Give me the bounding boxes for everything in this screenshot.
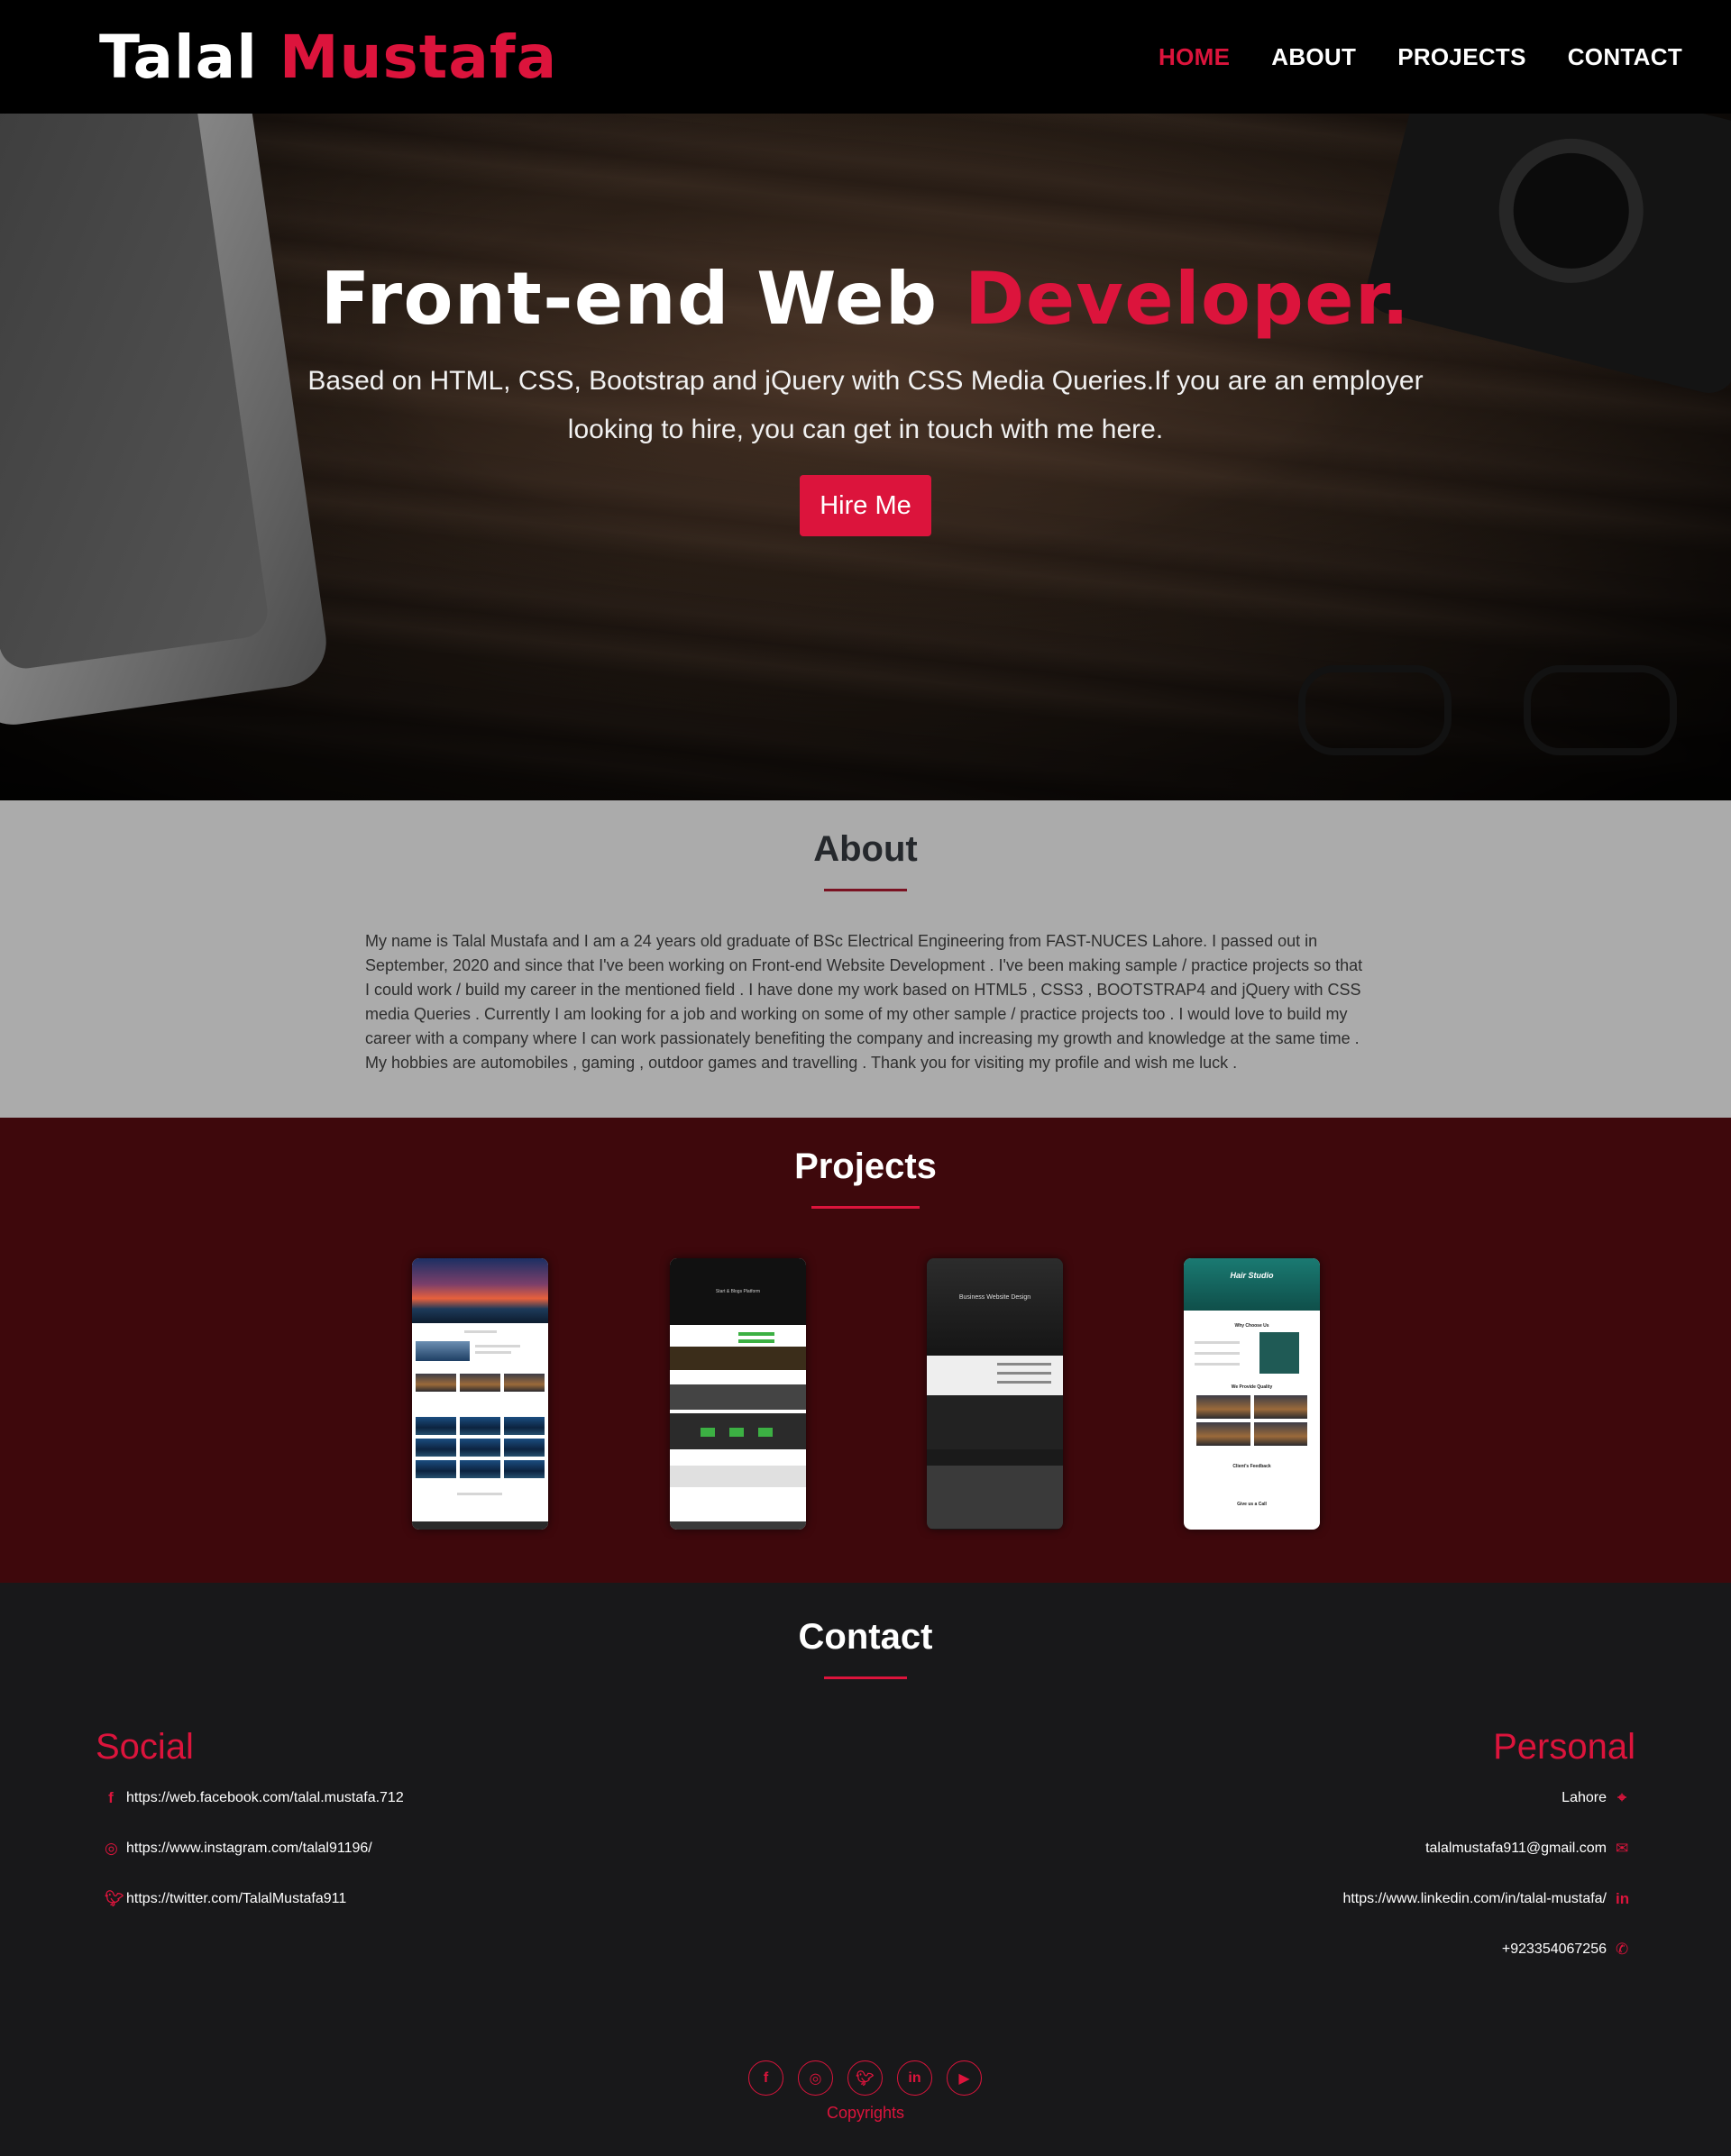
project-4-feedback: Client's Feedback — [1232, 1464, 1271, 1469]
personal-phone-row[interactable]: +923354067256 ✆ — [1502, 1940, 1628, 1960]
social-heading: Social — [96, 1727, 194, 1767]
personal-email-row[interactable]: talalmustafa911@gmail.com ✉ — [1425, 1839, 1628, 1859]
copyright-text: Copyrights — [826, 2104, 905, 2122]
brand-logo[interactable]: Talal Mustafa — [99, 23, 558, 92]
project-2-heading: Start & Blogs Platform — [715, 1289, 761, 1294]
brand-first-name: Talal — [99, 23, 258, 92]
hire-me-button[interactable]: Hire Me — [800, 475, 931, 536]
projects-title: Projects — [794, 1147, 937, 1186]
email-link[interactable]: talalmustafa911@gmail.com — [1425, 1841, 1607, 1857]
footer-youtube-icon[interactable]: ▶ — [947, 2060, 982, 2096]
hero-subtitle: Based on HTML, CSS, Bootstrap and jQuery… — [307, 366, 1424, 444]
main-nav: HOME ABOUT PROJECTS CONTACT — [1159, 43, 1682, 71]
linkedin-icon: in — [1616, 1890, 1630, 1907]
about-text: My name is Talal Mustafa and I am a 24 y… — [365, 932, 1363, 1072]
hero-bg-camera — [1360, 114, 1731, 399]
contact-title: Contact — [798, 1617, 933, 1657]
personal-location-row: Lahore ⌖ — [1562, 1788, 1628, 1808]
footer-instagram-icon[interactable]: ◎ — [798, 2060, 833, 2096]
nav-contact[interactable]: CONTACT — [1568, 43, 1682, 71]
footer-facebook-icon[interactable]: f — [748, 2060, 783, 2096]
project-4-heading: Hair Studio — [1230, 1271, 1274, 1280]
hero-title-accent: Developer. — [965, 257, 1411, 341]
location-text: Lahore — [1562, 1790, 1607, 1805]
project-card-3[interactable]: Business Website Design — [927, 1258, 1063, 1530]
hero-title: Front-end Web Developer. — [0, 263, 1731, 335]
nav-projects[interactable]: PROJECTS — [1397, 43, 1526, 71]
contact-section: Contact Social Personal f https://web.fa… — [0, 1583, 1731, 2156]
nav-home[interactable]: HOME — [1159, 43, 1230, 71]
phone-link[interactable]: +923354067256 — [1502, 1941, 1607, 1958]
projects-title-underline — [811, 1206, 920, 1209]
project-card-2[interactable]: Start & Blogs Platform — [670, 1258, 806, 1530]
personal-heading: Personal — [1493, 1727, 1635, 1767]
instagram-icon: ◎ — [105, 1840, 118, 1857]
twitter-icon: 🐦︎ — [105, 1890, 124, 1907]
social-facebook-row[interactable]: f https://web.facebook.com/talal.mustafa… — [105, 1788, 404, 1808]
social-instagram-row[interactable]: ◎ https://www.instagram.com/talal91196/ — [105, 1839, 372, 1859]
navbar: Talal Mustafa HOME ABOUT PROJECTS CONTAC… — [0, 0, 1731, 114]
nav-about[interactable]: ABOUT — [1271, 43, 1356, 71]
contact-title-underline — [824, 1676, 907, 1679]
hero-bg-glasses — [1298, 665, 1677, 773]
footer-twitter-icon[interactable]: 🐦︎ — [847, 2060, 883, 2096]
personal-linkedin-row[interactable]: https://www.linkedin.com/in/talal-mustaf… — [1342, 1889, 1630, 1909]
facebook-icon: f — [108, 1789, 114, 1806]
footer-linkedin-icon[interactable]: in — [897, 2060, 932, 2096]
facebook-link[interactable]: https://web.facebook.com/talal.mustafa.7… — [126, 1790, 404, 1806]
about-title: About — [813, 829, 918, 869]
project-card-1[interactable] — [412, 1258, 548, 1530]
projects-section: Projects Start & Blogs Platform Business… — [0, 1118, 1731, 1583]
linkedin-link[interactable]: https://www.linkedin.com/in/talal-mustaf… — [1342, 1891, 1607, 1907]
project-4-call: Give us a Call — [1237, 1502, 1267, 1507]
map-marker-icon: ⌖ — [1617, 1789, 1626, 1806]
twitter-link[interactable]: https://twitter.com/TalalMustafa911 — [126, 1891, 346, 1907]
project-4-quality: We Provide Quality — [1231, 1384, 1273, 1390]
project-card-4[interactable]: Hair Studio Why Choose Us We Provide Qua… — [1184, 1258, 1320, 1530]
envelope-icon: ✉ — [1616, 1840, 1629, 1857]
footer-social-icons: f ◎ 🐦︎ in ▶ — [748, 2060, 982, 2096]
hero-section: Front-end Web Developer. Based on HTML, … — [0, 114, 1731, 800]
about-title-underline — [824, 889, 907, 891]
social-twitter-row[interactable]: 🐦︎ https://twitter.com/TalalMustafa911 — [105, 1889, 346, 1909]
about-section: About My name is Talal Mustafa and I am … — [0, 800, 1731, 1118]
instagram-link[interactable]: https://www.instagram.com/talal91196/ — [126, 1841, 372, 1857]
brand-last-name: Mustafa — [279, 23, 558, 92]
project-3-heading: Business Website Design — [958, 1294, 1031, 1301]
project-4-why: Why Choose Us — [1234, 1323, 1269, 1329]
hero-title-main: Front-end Web — [320, 257, 939, 341]
phone-icon: ✆ — [1616, 1941, 1629, 1958]
